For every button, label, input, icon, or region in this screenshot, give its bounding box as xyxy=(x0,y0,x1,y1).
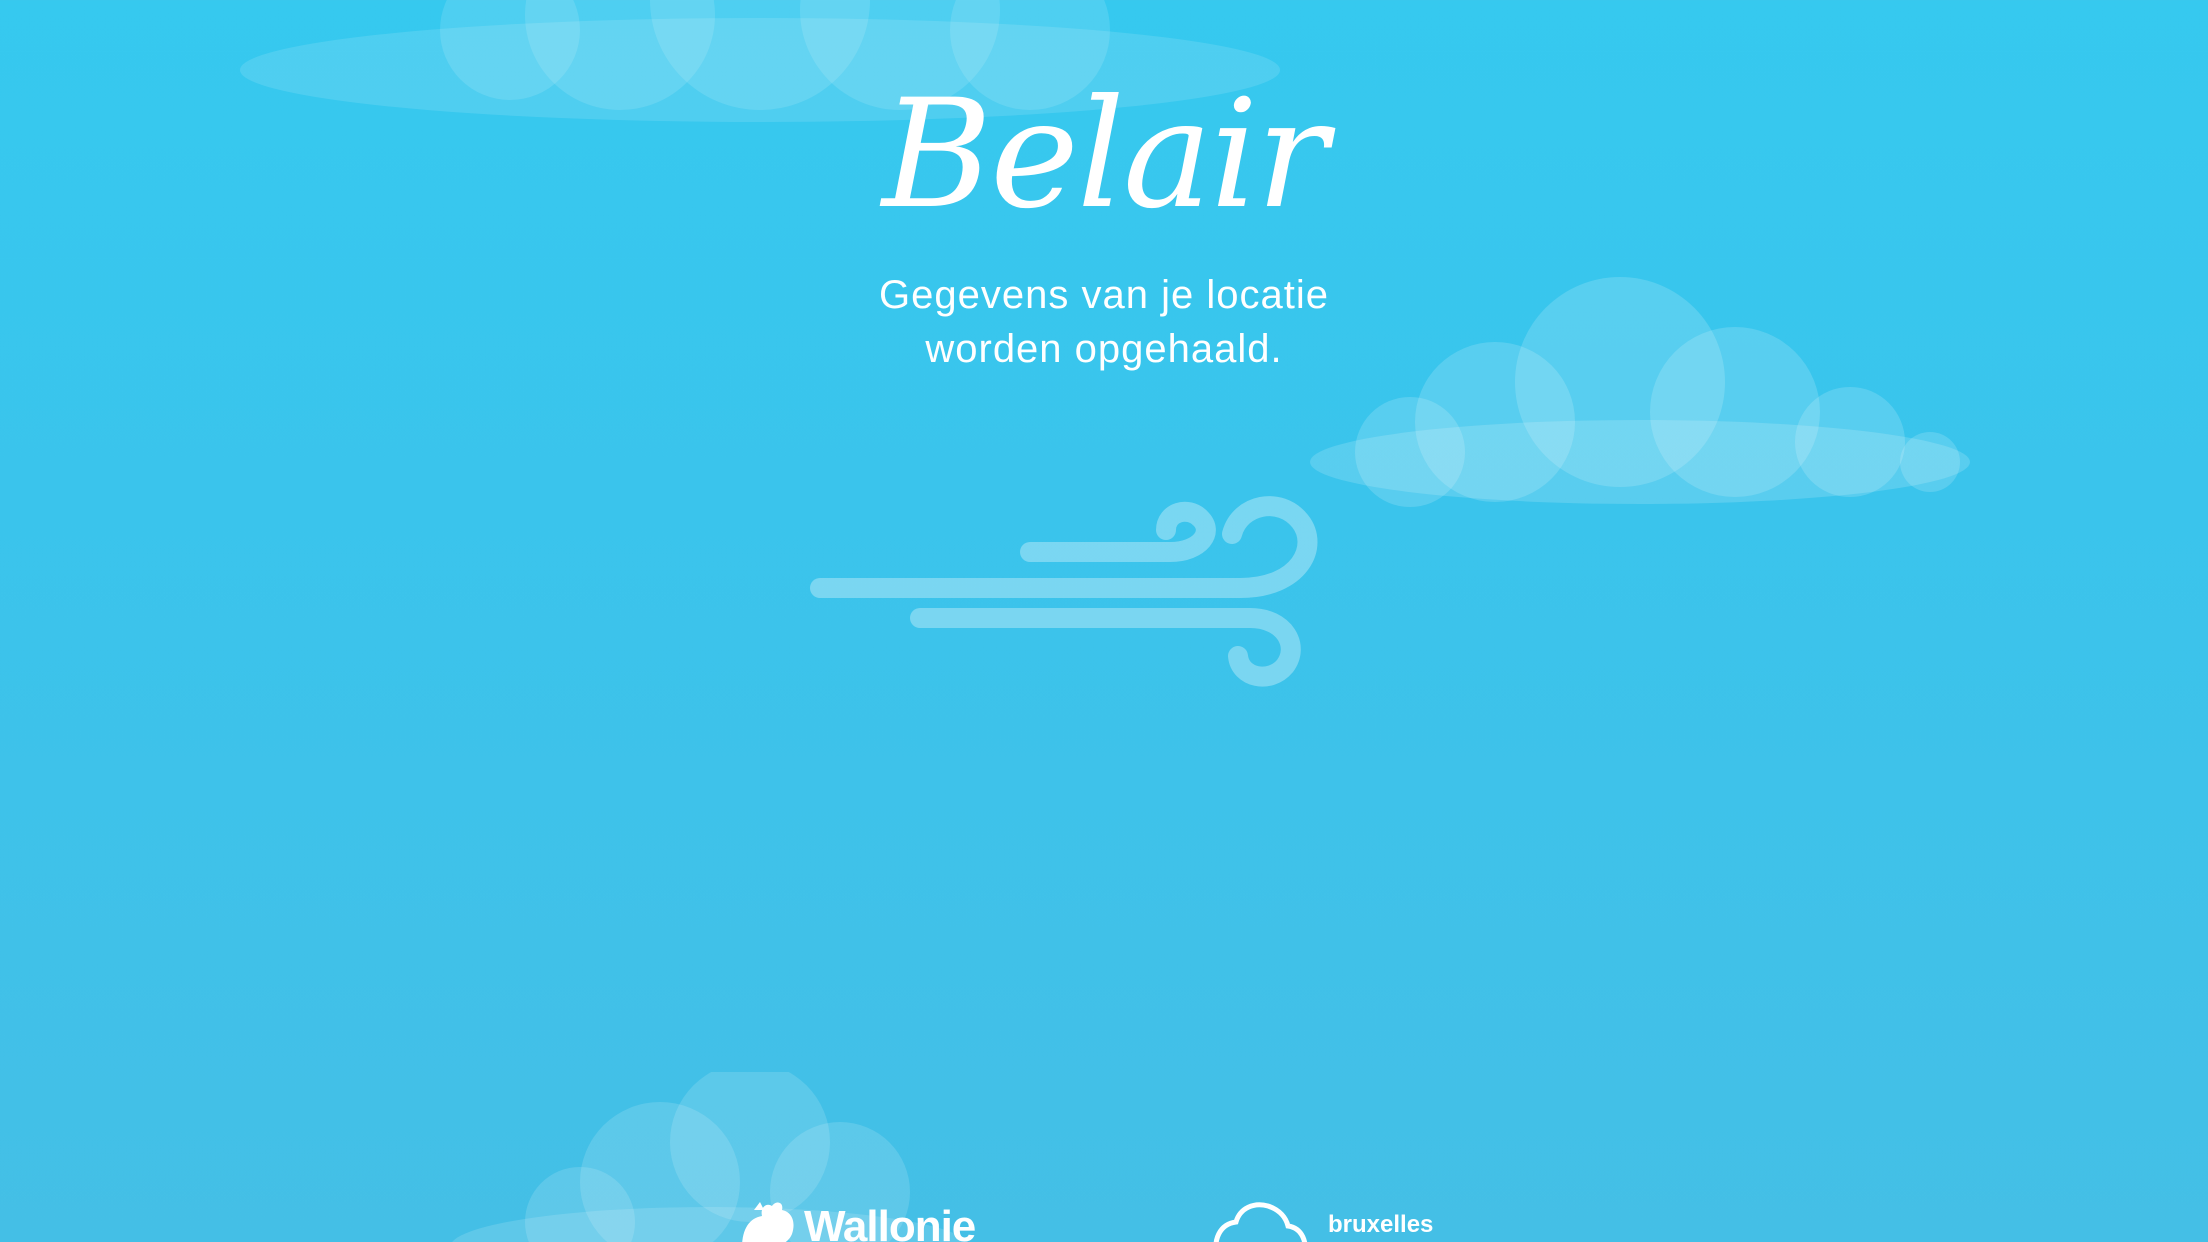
wallonie-logo-text: Wallonie xyxy=(804,1202,976,1242)
app-title: Belair xyxy=(881,68,1328,242)
loading-status: Gegevens van je locatie worden opgehaald… xyxy=(0,268,2208,376)
cloud-logo-icon xyxy=(1210,1200,1310,1242)
status-line-2: worden opgehaald. xyxy=(925,327,1283,371)
wallonie-logo: Wallonie xyxy=(736,1200,976,1242)
status-line-1: Gegevens van je locatie xyxy=(879,273,1329,317)
bruxelles-logo-text: bruxelles xyxy=(1328,1211,1434,1238)
rooster-icon xyxy=(736,1200,798,1242)
wind-icon xyxy=(800,486,1340,700)
bruxelles-logo: bruxelles xyxy=(1210,1200,1433,1242)
